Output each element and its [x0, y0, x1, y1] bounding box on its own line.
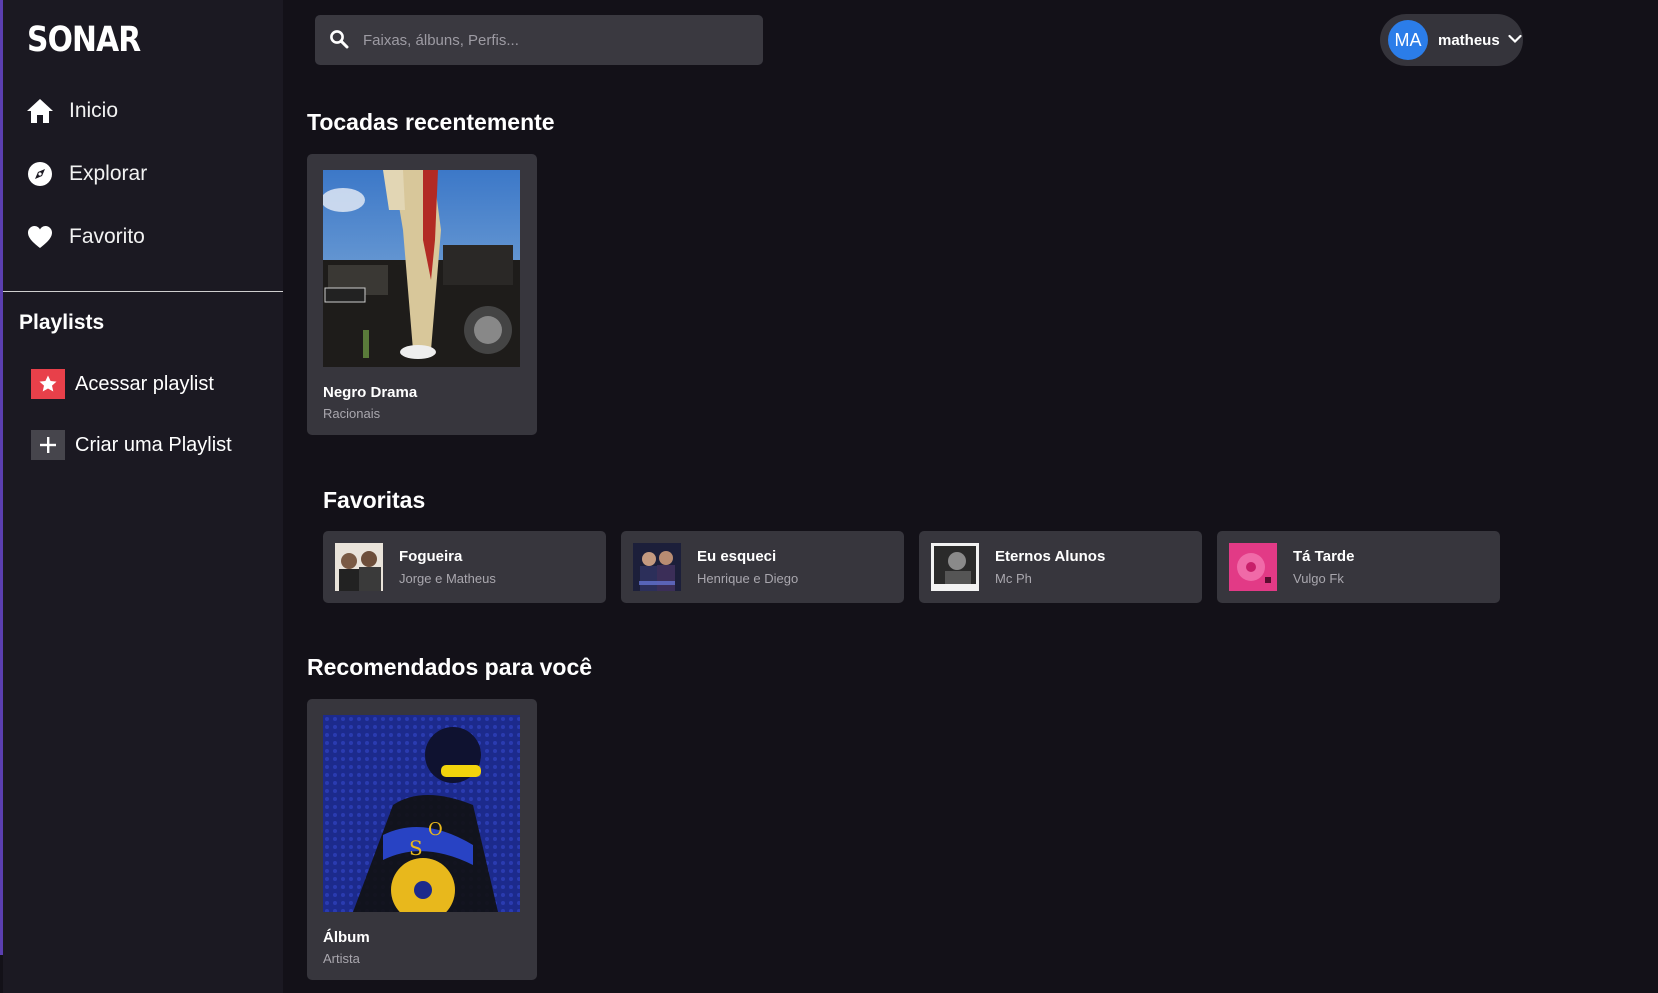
track-title: Negro Drama	[323, 384, 418, 401]
sidebar-item-label: Explorar	[69, 162, 148, 185]
favorite-card-ta-tarde[interactable]: Tá Tarde Vulgo Fk	[1217, 531, 1500, 603]
compass-icon	[25, 159, 55, 189]
search-icon	[329, 29, 351, 51]
home-icon	[25, 96, 55, 126]
album-cover-negro-drama	[323, 170, 520, 367]
star-icon	[31, 369, 65, 399]
track-title: Eternos Alunos	[995, 548, 1106, 565]
favorite-card-fogueira[interactable]: Fogueira Jorge e Matheus	[323, 531, 606, 603]
thumb-eu-esqueci	[633, 543, 681, 591]
recommended-card[interactable]: S O Álbum Artista	[307, 699, 537, 980]
track-artist: Racionais	[323, 406, 381, 421]
sidebar-edge	[0, 955, 3, 993]
album-cover-recommended: S O	[323, 715, 520, 912]
recent-card[interactable]: Negro Drama Racionais	[307, 154, 537, 435]
chevron-down-icon	[1508, 31, 1522, 49]
create-playlist-button[interactable]: Criar uma Playlist	[31, 429, 232, 461]
playlists-heading: Playlists	[19, 311, 105, 334]
search-input[interactable]	[363, 31, 743, 49]
sidebar: SONAR Inicio Explorar Favorito Playlists	[0, 0, 283, 993]
track-title: Fogueira	[399, 548, 463, 565]
sidebar-item-favorito[interactable]: Favorito	[25, 217, 145, 257]
playlist-item-label: Criar uma Playlist	[75, 433, 232, 456]
heart-icon	[25, 222, 55, 252]
sidebar-item-inicio[interactable]: Inicio	[25, 91, 118, 131]
favorite-card-eternos-alunos[interactable]: Eternos Alunos Mc Ph	[919, 531, 1202, 603]
album-artist: Artista	[323, 951, 360, 966]
app-root: SONAR Inicio Explorar Favorito Playlists	[0, 0, 1658, 993]
user-name: matheus	[1438, 31, 1500, 49]
track-artist: Henrique e Diego	[697, 571, 799, 586]
sidebar-item-label: Inicio	[69, 99, 119, 122]
recommended-section-title: Recomendados para você	[307, 654, 593, 680]
favorites-section-title: Favoritas	[323, 487, 426, 513]
plus-icon	[31, 430, 65, 460]
track-artist: Vulgo Fk	[1293, 571, 1344, 586]
sidebar-item-explorar[interactable]: Explorar	[25, 154, 147, 194]
thumb-ta-tarde	[1229, 543, 1277, 591]
svg-text:S: S	[409, 836, 423, 860]
thumb-eternos-alunos	[931, 543, 979, 591]
track-artist: Jorge e Matheus	[399, 571, 496, 586]
thumb-fogueira	[335, 543, 383, 591]
avatar: MA	[1388, 20, 1428, 60]
track-title: Eu esqueci	[697, 548, 777, 565]
recent-section-title: Tocadas recentemente	[307, 109, 555, 135]
app-logo[interactable]: SONAR	[27, 20, 141, 60]
user-menu[interactable]: MA matheus	[1380, 14, 1523, 66]
sidebar-divider	[3, 291, 283, 292]
svg-text:O: O	[428, 819, 443, 840]
album-title: Álbum	[323, 929, 370, 946]
sidebar-item-label: Favorito	[69, 225, 145, 248]
search-bar[interactable]	[315, 15, 763, 65]
playlist-item-label: Acessar playlist	[75, 372, 214, 395]
access-playlist-button[interactable]: Acessar playlist	[31, 368, 214, 400]
track-artist: Mc Ph	[995, 571, 1032, 586]
track-title: Tá Tarde	[1293, 548, 1355, 565]
favorite-card-eu-esqueci[interactable]: Eu esqueci Henrique e Diego	[621, 531, 904, 603]
